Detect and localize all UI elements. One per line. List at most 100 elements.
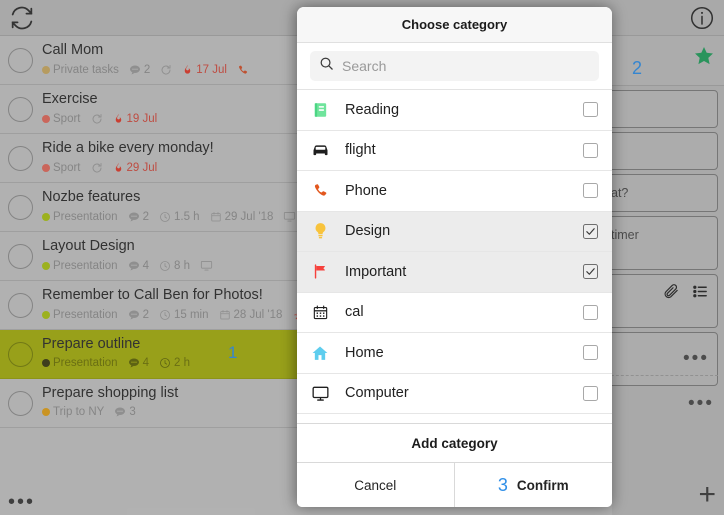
category-checkbox[interactable] <box>583 102 598 118</box>
add-category-button[interactable]: Add category <box>297 423 612 463</box>
clock-icon <box>160 211 170 222</box>
project-color-dot <box>42 163 50 172</box>
task-date: 29 Jul '18 <box>224 210 274 223</box>
comment-count: 2 <box>142 308 149 321</box>
project-label: Presentation <box>53 357 118 369</box>
category-checkbox[interactable] <box>583 385 598 401</box>
category-checkbox[interactable] <box>583 183 598 199</box>
home-icon <box>309 342 331 364</box>
task-meta: Presentation 2 15 min 28 Jul '18 <box>42 308 309 321</box>
dialog-title: Choose category <box>297 7 612 43</box>
phone-icon <box>238 65 248 74</box>
paperclip-icon[interactable] <box>663 283 680 305</box>
annotation-marker-3: 3 <box>497 474 508 495</box>
detail-card-timer[interactable]: timer <box>604 216 718 270</box>
detail-card[interactable]: at? <box>604 174 718 212</box>
task-meta: Trip to NY 3 <box>42 406 141 418</box>
task-checkbox[interactable] <box>8 293 33 318</box>
task-checkbox[interactable] <box>8 342 33 367</box>
refresh-sync-icon[interactable] <box>8 4 36 32</box>
project-color-dot <box>42 114 50 123</box>
category-list[interactable]: Reading flight Phone Design Important ca… <box>297 90 612 423</box>
cancel-button[interactable]: Cancel <box>297 463 455 507</box>
task-meta: Presentation 2 1.5 h 29 Jul '18 <box>42 210 301 223</box>
task-checkbox[interactable] <box>8 391 33 416</box>
detail-card-text: at? <box>611 186 629 200</box>
computer-icon <box>284 212 296 222</box>
task-checkbox[interactable] <box>8 48 33 73</box>
task-title: Call Mom <box>42 42 104 58</box>
task-checkbox[interactable] <box>8 97 33 122</box>
project-label: Presentation <box>53 210 118 223</box>
category-item-home[interactable]: Home <box>297 333 612 374</box>
task-checkbox[interactable] <box>8 195 33 220</box>
project-color-dot <box>42 408 50 416</box>
add-task-button[interactable]: + <box>698 480 716 510</box>
comment-count: 2 <box>142 210 149 223</box>
task-meta: Sport 19 Jul <box>42 112 162 125</box>
category-checkbox[interactable] <box>583 345 598 361</box>
book-icon <box>309 99 331 121</box>
confirm-label: Confirm <box>516 477 569 493</box>
detail-card[interactable] <box>604 90 718 128</box>
due-date: 17 Jul <box>196 63 227 76</box>
comment-count: 4 <box>142 259 149 272</box>
task-title: Ride a bike every monday! <box>42 140 214 156</box>
task-title: Exercise <box>42 91 98 107</box>
dialog-footer: Cancel 3 Confirm <box>297 463 612 507</box>
clock-icon <box>160 260 170 271</box>
due-date: 19 Jul <box>126 112 158 125</box>
detail-header: 2 <box>612 36 724 86</box>
detail-panel: 2 at? timer ••• ••• + <box>596 36 724 515</box>
list-more-button[interactable]: ••• <box>8 492 35 512</box>
annotation-marker-2: 2 <box>632 58 643 78</box>
task-title: Layout Design <box>42 238 135 254</box>
checklist-icon[interactable] <box>692 283 709 305</box>
star-icon[interactable] <box>693 45 715 67</box>
repeat-icon <box>92 162 101 172</box>
project-color-dot <box>42 359 50 367</box>
task-checkbox[interactable] <box>8 146 33 171</box>
time-estimate: 8 h <box>173 259 190 272</box>
comment-icon <box>128 310 139 319</box>
category-item-flight[interactable]: flight <box>297 130 612 171</box>
category-item-computer[interactable]: Computer <box>297 373 612 414</box>
detail-card-attachments[interactable] <box>604 274 718 328</box>
task-date: 28 Jul '18 <box>233 308 283 321</box>
app-root: Call Mom Private tasks 2 17 Jul Exercise… <box>0 0 724 515</box>
project-label: Presentation <box>53 308 118 321</box>
search-box[interactable] <box>310 51 599 81</box>
category-label: Computer <box>345 385 409 402</box>
search-input[interactable] <box>342 58 590 74</box>
category-item-cal[interactable]: cal <box>297 292 612 333</box>
category-checkbox-checked[interactable] <box>583 223 598 239</box>
category-label: Design <box>345 223 391 240</box>
task-title: Nozbe features <box>42 189 141 205</box>
task-title: Prepare shopping list <box>42 385 179 401</box>
detail-card[interactable] <box>604 132 718 170</box>
comment-icon <box>129 65 140 74</box>
task-meta: Sport 29 Jul <box>42 161 162 174</box>
category-checkbox-checked[interactable] <box>583 264 598 280</box>
clock-icon <box>160 358 170 368</box>
detail-more-button[interactable]: ••• <box>683 349 709 368</box>
category-item-important[interactable]: Important <box>297 252 612 293</box>
comment-count: 4 <box>142 357 149 369</box>
project-color-dot <box>42 310 50 319</box>
calendar-icon <box>219 309 230 319</box>
search-icon <box>319 56 334 76</box>
category-label: Important <box>345 263 407 280</box>
category-item-reading[interactable]: Reading <box>297 90 612 131</box>
project-label: Private tasks <box>53 63 119 76</box>
detail-card-more[interactable]: ••• <box>596 332 718 386</box>
category-item-phone[interactable]: Phone <box>297 171 612 212</box>
task-checkbox[interactable] <box>8 244 33 269</box>
info-circle-icon[interactable] <box>689 5 715 31</box>
confirm-button[interactable]: 3 Confirm <box>455 463 613 507</box>
detail-more-button-2[interactable]: ••• <box>688 394 714 413</box>
detail-row-more[interactable]: ••• <box>604 386 724 424</box>
category-item-design[interactable]: Design <box>297 211 612 252</box>
category-checkbox[interactable] <box>583 304 598 320</box>
computer-icon <box>200 261 213 271</box>
category-checkbox[interactable] <box>583 142 598 158</box>
